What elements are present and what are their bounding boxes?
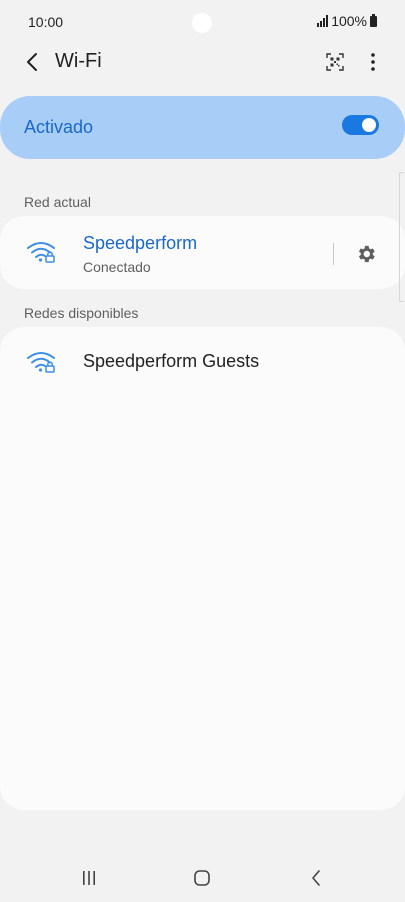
wifi-master-switch-label: Activado: [24, 117, 94, 137]
more-options-icon: [371, 53, 375, 71]
page-title: Wi-Fi: [55, 50, 102, 72]
current-network-card: Speedperform Conectado: [0, 216, 405, 289]
available-networks-section-label: Redes disponibles: [24, 305, 139, 321]
front-camera-cutout: [192, 13, 212, 33]
gear-icon: [358, 245, 375, 263]
phone-screen: 10:00 100% Wi-Fi Activado Red actual Spe…: [0, 0, 405, 902]
battery-percentage: 100%: [331, 13, 367, 29]
home-button[interactable]: [184, 864, 220, 892]
signal-icon: [317, 15, 329, 27]
back-button[interactable]: [18, 48, 46, 76]
vertical-divider: [333, 243, 334, 265]
wifi-secured-icon: [27, 242, 55, 263]
app-header: Wi-Fi: [0, 40, 405, 84]
available-networks-card: Speedperform Guests: [0, 327, 405, 810]
battery-icon: [370, 13, 377, 27]
available-network-name: Speedperform Guests: [83, 351, 260, 371]
back-icon: [27, 53, 37, 71]
network-settings-button[interactable]: [353, 241, 379, 267]
recent-apps-icon: [83, 871, 95, 885]
status-indicators: 100%: [317, 13, 377, 29]
more-options-button[interactable]: [361, 48, 385, 76]
current-network-status: Conectado: [83, 259, 151, 275]
navigation-bar: [0, 856, 405, 902]
wifi-master-switch-row[interactable]: Activado: [0, 96, 405, 159]
status-time: 10:00: [28, 14, 64, 30]
status-bar: 10:00 100%: [0, 0, 405, 44]
wifi-toggle[interactable]: [342, 115, 379, 135]
current-network-name: Speedperform: [83, 233, 198, 253]
current-network-section-label: Red actual: [24, 194, 91, 210]
home-icon: [194, 870, 210, 886]
recent-apps-button[interactable]: [71, 864, 107, 892]
back-nav-icon: [312, 870, 320, 886]
back-nav-button[interactable]: [298, 864, 334, 892]
scroll-indicator: [399, 172, 404, 302]
qr-code-button[interactable]: [323, 50, 347, 74]
available-network-item[interactable]: Speedperform Guests: [0, 327, 405, 397]
current-network-item[interactable]: Speedperform Conectado: [0, 216, 320, 289]
toggle-knob: [362, 118, 376, 132]
wifi-secured-icon: [27, 352, 55, 373]
qr-code-icon: [326, 53, 344, 71]
